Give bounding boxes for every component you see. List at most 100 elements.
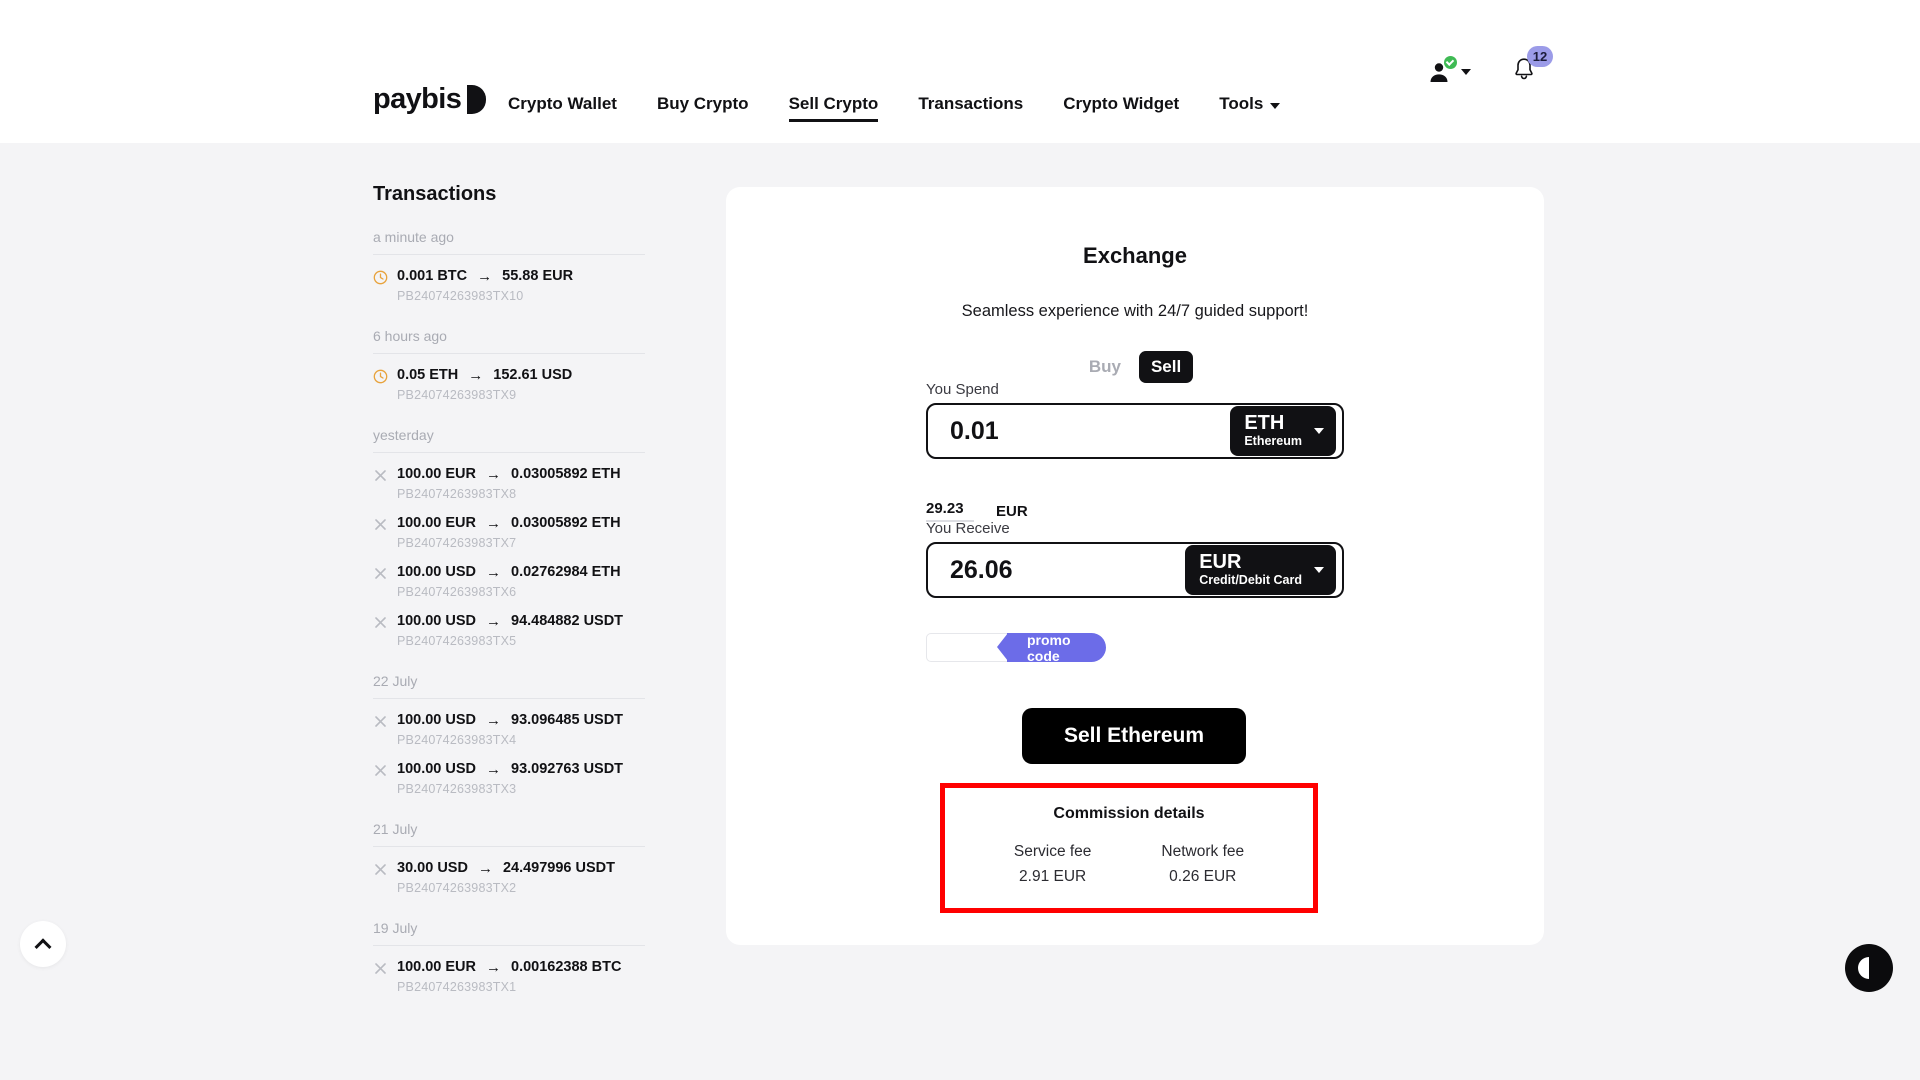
promo-code-button[interactable]: promo code <box>997 632 1106 664</box>
user-verified-icon <box>1427 55 1457 84</box>
arrow-right-icon: → <box>486 959 501 976</box>
clock-icon <box>373 369 388 384</box>
transaction-from: 0.05 ETH <box>397 367 459 384</box>
you-receive-row: 26.06 EUR Credit/Debit Card <box>926 542 1344 598</box>
spend-currency-name: Ethereum <box>1244 434 1302 449</box>
transaction-id: PB24074263983TX4 <box>397 733 517 747</box>
cancel-icon <box>373 468 388 483</box>
transaction-from: 100.00 USD <box>397 564 476 581</box>
clock-icon <box>373 270 388 285</box>
verified-badge-icon <box>1444 55 1457 69</box>
main-nav: Crypto Wallet Buy Crypto Sell Crypto Tra… <box>508 94 1281 122</box>
chevron-down-icon <box>1461 68 1471 75</box>
divider <box>373 846 645 847</box>
service-fee: Service fee 2.91 EUR <box>1014 843 1092 886</box>
notification-count-badge: 12 <box>1527 46 1553 67</box>
header-actions: 12 <box>1430 0 1920 143</box>
chevron-down-icon <box>1314 428 1324 434</box>
chevron-up-icon <box>34 938 52 956</box>
transaction-from: 100.00 EUR <box>397 515 476 532</box>
nav-item-buy-crypto[interactable]: Buy Crypto <box>657 94 749 118</box>
transaction-to: 93.096485 USDT <box>511 712 624 729</box>
transaction-id: PB24074263983TX8 <box>397 487 517 501</box>
nav-item-crypto-wallet[interactable]: Crypto Wallet <box>508 94 617 118</box>
transaction-row[interactable]: 100.00 USD → 93.096485 USDT PB24074263983TX… <box>373 712 648 747</box>
nav-item-transactions[interactable]: Transactions <box>918 94 1023 118</box>
arrow-right-icon: → <box>468 367 484 384</box>
arrow-right-icon: → <box>486 515 501 532</box>
you-spend-input[interactable]: 0.01 <box>928 417 1230 446</box>
transaction-id: PB24074263983TX3 <box>397 782 517 796</box>
commission-details-panel: Commission details Service fee 2.91 EUR … <box>940 783 1318 913</box>
account-menu-button[interactable] <box>1427 55 1471 84</box>
cancel-icon <box>373 714 388 729</box>
spend-currency-selector[interactable]: ETH Ethereum <box>1230 406 1336 456</box>
transaction-to: 152.61 USD <box>493 367 573 384</box>
nav-item-crypto-widget[interactable]: Crypto Widget <box>1063 94 1179 118</box>
transaction-group-label: a minute ago <box>373 229 454 245</box>
transaction-to: 94.484882 USDT <box>511 613 624 630</box>
arrow-right-icon: → <box>486 761 501 778</box>
contrast-toggle-button[interactable] <box>1845 944 1893 992</box>
scroll-to-top-button[interactable] <box>20 921 66 967</box>
arrow-right-icon: → <box>477 268 493 285</box>
contrast-toggle-icon <box>1858 957 1880 979</box>
exchange-rate-value[interactable]: 29.23 <box>926 500 974 522</box>
transaction-to: 24.497996 USDT <box>502 860 615 877</box>
receive-currency-selector[interactable]: EUR Credit/Debit Card <box>1185 545 1336 595</box>
arrow-right-icon: → <box>486 466 501 483</box>
exchange-title: Exchange <box>1083 243 1187 268</box>
transactions-sidebar: Transactions a minute ago 0.001 BTC → 55.88… <box>373 183 648 1019</box>
divider <box>373 452 645 453</box>
transaction-group-label: 19 July <box>373 920 418 936</box>
transaction-row[interactable]: 0.001 BTC → 55.88 EUR PB24074263983TX10 <box>373 268 648 303</box>
transaction-row[interactable]: 100.00 USD → 93.092763 USDT PB24074263983TX… <box>373 761 648 796</box>
you-receive-input[interactable]: 26.06 <box>928 556 1185 585</box>
transaction-row[interactable]: 100.00 EUR → 0.03005892 ETH PB24074263983TX… <box>373 466 648 501</box>
transaction-from: 100.00 USD <box>397 761 476 778</box>
arrow-right-icon: → <box>486 712 501 729</box>
paybis-logo[interactable]: paybis <box>373 85 487 114</box>
transaction-to: 0.03005892 ETH <box>511 466 621 483</box>
you-spend-label: You Spend <box>926 381 999 398</box>
nav-item-tools-label[interactable]: Tools <box>1219 94 1263 118</box>
transaction-row[interactable]: 100.00 USD → 94.484882 USDT PB24074263983TX… <box>373 613 648 648</box>
paybis-logo-mark-icon <box>467 85 487 114</box>
arrow-right-icon: → <box>486 564 501 581</box>
transaction-row[interactable]: 30.00 USD → 24.497996 USDT PB24074263983TX2 <box>373 860 648 895</box>
transaction-id: PB24074263983TX6 <box>397 585 517 599</box>
fee-grid: Service fee 2.91 EUR Network fee 0.26 EU… <box>945 843 1313 886</box>
transaction-id: PB24074263983TX10 <box>397 289 524 303</box>
promo-code-row: promo code <box>926 632 1106 664</box>
cancel-icon <box>373 566 388 581</box>
transaction-from: 100.00 EUR <box>397 959 476 976</box>
transaction-id: PB24074263983TX9 <box>397 388 517 402</box>
nav-item-tools[interactable]: Tools <box>1219 94 1281 118</box>
transaction-from: 100.00 USD <box>397 613 476 630</box>
transaction-from: 30.00 USD <box>397 860 468 877</box>
transaction-to: 93.092763 USDT <box>511 761 624 778</box>
receive-currency-code: EUR <box>1199 551 1242 574</box>
you-spend-row: 0.01 ETH Ethereum <box>926 403 1344 459</box>
network-fee: Network fee 0.26 EUR <box>1161 843 1244 886</box>
chevron-down-icon <box>1314 567 1324 573</box>
chevron-down-icon <box>1270 103 1281 109</box>
exchange-rate-row: 29.23 EUR <box>926 500 1028 522</box>
nav-item-sell-crypto[interactable]: Sell Crypto <box>788 94 878 122</box>
divider <box>373 945 645 946</box>
sell-ethereum-button[interactable]: Sell Ethereum <box>1022 708 1246 764</box>
transaction-to: 0.00162388 BTC <box>511 959 622 976</box>
transaction-row[interactable]: 100.00 USD → 0.02762984 ETH PB24074263983TX… <box>373 564 648 599</box>
arrow-right-icon: → <box>477 860 493 877</box>
transaction-row[interactable]: 100.00 EUR → 0.00162388 BTC PB24074263983TX… <box>373 959 648 994</box>
transaction-from: 0.001 BTC <box>397 268 468 285</box>
tab-sell[interactable]: Sell <box>1138 351 1194 383</box>
transaction-row[interactable]: 100.00 EUR → 0.03005892 ETH PB24074263983TX… <box>373 515 648 550</box>
transaction-id: PB24074263983TX2 <box>397 881 517 895</box>
transaction-from: 100.00 USD <box>397 712 476 729</box>
tab-buy[interactable]: Buy <box>1077 351 1133 383</box>
transaction-row[interactable]: 0.05 ETH → 152.61 USD PB24074263983TX9 <box>373 367 648 402</box>
notifications-button[interactable]: 12 <box>1513 46 1553 86</box>
